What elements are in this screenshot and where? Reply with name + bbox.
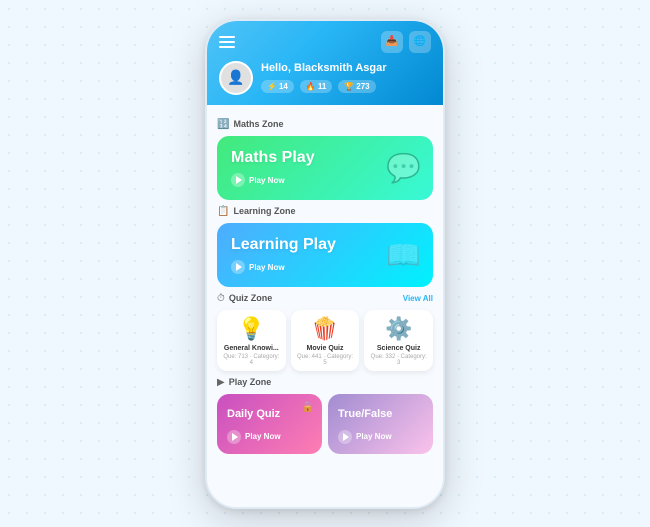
- quiz-title-row: ⏱ Quiz Zone: [217, 293, 272, 304]
- stat-fire: 🔥 11: [300, 80, 332, 93]
- inbox-icon[interactable]: 📥: [381, 31, 403, 53]
- general-quiz-emoji-icon: 💡: [238, 316, 265, 342]
- header-top-row: 📥 🌐: [219, 31, 431, 53]
- maths-card-deco-icon: 💬: [386, 151, 421, 184]
- trophy-icon: 🏆: [344, 82, 354, 91]
- quiz-card-movie[interactable]: 🍿 Movie Quiz Que: 441 · Category: 5: [291, 310, 360, 371]
- play-section-title: Play Zone: [229, 377, 272, 387]
- lightning-icon: ⚡: [267, 82, 277, 91]
- quiz-cards-row: 💡 General Knowi... Que: 713 · Category: …: [217, 310, 433, 371]
- app-header: 📥 🌐 👤 Hello, Blacksmith Asgar ⚡ 14 🔥 11: [207, 21, 443, 105]
- maths-section-header: 🔢 Maths Zone: [217, 119, 433, 130]
- menu-button[interactable]: [219, 36, 235, 48]
- learning-title-row: 📋 Learning Zone: [217, 206, 295, 217]
- true-false-title: True/False: [338, 408, 392, 420]
- play-section-header: ▶ Play Zone: [217, 377, 433, 388]
- movie-quiz-name: Movie Quiz: [307, 345, 344, 353]
- play-section-icon: ▶: [217, 377, 225, 388]
- language-icon[interactable]: 🌐: [409, 31, 431, 53]
- user-row: 👤 Hello, Blacksmith Asgar ⚡ 14 🔥 11 🏆 27…: [219, 61, 431, 95]
- daily-play-triangle-icon: [232, 433, 238, 441]
- play-zone-row: Daily Quiz Play Now 🔒 True/False Play No…: [217, 394, 433, 454]
- greeting-text: Hello, Blacksmith Asgar: [261, 62, 387, 75]
- science-quiz-meta: Que: 332 · Category: 3: [369, 354, 428, 366]
- view-all-button[interactable]: View All: [403, 294, 433, 303]
- learning-play-label: Play Now: [249, 263, 285, 272]
- daily-play-label: Play Now: [245, 432, 281, 441]
- daily-play-circle: [227, 430, 241, 444]
- learning-section-icon: 📋: [217, 206, 229, 217]
- user-info: Hello, Blacksmith Asgar ⚡ 14 🔥 11 🏆 273: [261, 62, 387, 92]
- learning-play-triangle-icon: [236, 263, 242, 271]
- true-false-card[interactable]: True/False Play Now: [328, 394, 433, 454]
- movie-quiz-emoji-icon: 🍿: [311, 316, 338, 342]
- maths-section-title: Maths Zone: [233, 119, 283, 129]
- learning-section-header: 📋 Learning Zone: [217, 206, 433, 217]
- maths-play-card[interactable]: Maths Play Play Now 💬: [217, 136, 433, 200]
- lock-icon: 🔒: [302, 402, 314, 413]
- tf-play-circle: [338, 430, 352, 444]
- main-content: 🔢 Maths Zone Maths Play Play Now 💬 📋 Lea…: [207, 105, 443, 507]
- learning-card-deco-icon: 📖: [386, 238, 421, 271]
- learning-play-card[interactable]: Learning Play Play Now 📖: [217, 223, 433, 287]
- daily-quiz-play-btn[interactable]: Play Now: [227, 430, 312, 444]
- quiz-section-title: Quiz Zone: [229, 293, 273, 303]
- header-right-icons: 📥 🌐: [381, 31, 431, 53]
- quiz-section-header: ⏱ Quiz Zone View All: [217, 293, 433, 304]
- learning-section-title: Learning Zone: [233, 206, 295, 216]
- quiz-card-science[interactable]: ⚙️ Science Quiz Que: 332 · Category: 3: [364, 310, 433, 371]
- learning-play-circle: [231, 260, 245, 274]
- fire-icon: 🔥: [306, 82, 316, 91]
- avatar: 👤: [219, 61, 253, 95]
- maths-title-row: 🔢 Maths Zone: [217, 119, 283, 130]
- general-quiz-name: General Knowi...: [224, 345, 279, 353]
- daily-quiz-title: Daily Quiz: [227, 408, 280, 420]
- phone-frame: 📥 🌐 👤 Hello, Blacksmith Asgar ⚡ 14 🔥 11: [205, 19, 445, 509]
- daily-quiz-card[interactable]: Daily Quiz Play Now 🔒: [217, 394, 322, 454]
- stats-row: ⚡ 14 🔥 11 🏆 273: [261, 80, 387, 93]
- tf-play-triangle-icon: [343, 433, 349, 441]
- general-quiz-meta: Que: 713 · Category: 4: [222, 354, 281, 366]
- maths-section-icon: 🔢: [217, 119, 229, 130]
- quiz-card-general[interactable]: 💡 General Knowi... Que: 713 · Category: …: [217, 310, 286, 371]
- quiz-section-icon: ⏱: [217, 293, 225, 304]
- maths-play-circle: [231, 173, 245, 187]
- movie-quiz-meta: Que: 441 · Category: 5: [296, 354, 355, 366]
- science-quiz-emoji-icon: ⚙️: [385, 316, 412, 342]
- true-false-play-btn[interactable]: Play Now: [338, 430, 423, 444]
- play-title-row: ▶ Play Zone: [217, 377, 271, 388]
- science-quiz-name: Science Quiz: [377, 345, 421, 353]
- maths-play-triangle-icon: [236, 176, 242, 184]
- stat-lightning: ⚡ 14: [261, 80, 294, 93]
- tf-play-label: Play Now: [356, 432, 392, 441]
- stat-trophy: 🏆 273: [338, 80, 375, 93]
- maths-play-label: Play Now: [249, 176, 285, 185]
